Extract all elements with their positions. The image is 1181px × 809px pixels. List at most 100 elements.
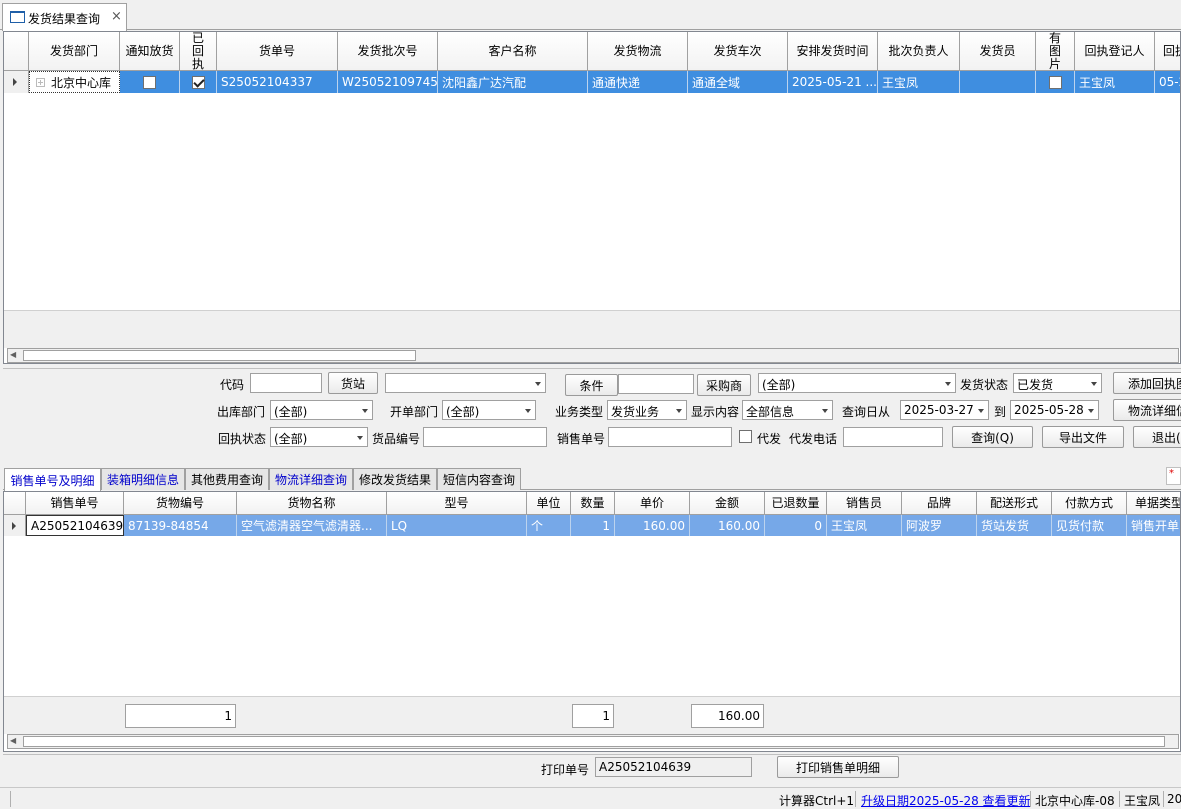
condition-input[interactable] [618,374,694,394]
col-goods-name[interactable]: 货物名称 [237,492,387,515]
tab-sale-detail[interactable]: 销售单号及明细 [4,468,101,491]
scroll-left-icon[interactable]: ◀ [10,350,16,359]
cell-price[interactable]: 160.00 [615,515,690,536]
col-delivery[interactable]: 配送形式 [977,492,1052,515]
cell-order-no[interactable]: S25052104337 [217,71,338,93]
col-logistics[interactable]: 发货物流 [588,32,688,71]
col-dept[interactable]: 发货部门 [29,32,120,71]
cell-salesman[interactable]: 王宝凤 [827,515,902,536]
document-icon[interactable]: * [1166,467,1181,485]
supplier-select[interactable]: (全部) [758,373,956,393]
col-batch-owner[interactable]: 批次负责人 [878,32,960,71]
tab-other-fees[interactable]: 其他费用查询 [185,468,269,490]
col-trip[interactable]: 发货车次 [688,32,788,71]
tab-logistics-detail[interactable]: 物流详细查询 [269,468,353,490]
agent-ship-checkbox[interactable] [739,430,752,443]
tab-packing-detail[interactable]: 装箱明细信息 [101,468,185,490]
out-dept-select[interactable]: (全部) [270,400,373,420]
horizontal-scrollbar[interactable]: ◀ [7,734,1179,749]
tab-modify-result[interactable]: 修改发货结果 [353,468,437,490]
col-sale-no[interactable]: 销售单号 [26,492,124,515]
has-pic-checkbox[interactable] [1048,75,1062,89]
cell-receipt-date[interactable]: 05-2 [1155,71,1180,93]
cell-shipper[interactable] [960,71,1036,93]
receipt-checkbox[interactable] [191,75,205,89]
receipt-status-select[interactable]: (全部) [270,427,368,447]
cell-amount[interactable]: 160.00 [690,515,765,536]
cell-batch-owner[interactable]: 王宝凤 [878,71,960,93]
col-salesman[interactable]: 销售员 [827,492,902,515]
col-time[interactable]: 安排发货时间 [788,32,878,71]
cell-delivery[interactable]: 货站发货 [977,515,1052,536]
cell-sale-no[interactable]: A25052104639 [26,515,124,536]
cell-dept[interactable]: 北京中心库 [29,71,120,93]
cell-qty[interactable]: 1 [571,515,615,536]
col-receipt-registrar[interactable]: 回执登记人 [1075,32,1155,71]
date-from-picker[interactable]: 2025-03-27 [900,400,989,420]
document-tab[interactable]: 发货结果查询 × [2,3,127,31]
close-tab-icon[interactable]: × [111,9,122,24]
add-receipt-image-button[interactable]: 添加回执图 [1113,372,1181,394]
station-select[interactable] [385,373,546,393]
horizontal-scrollbar[interactable]: ◀ [7,348,1179,363]
cell-customer[interactable]: 沈阳鑫广达汽配 [438,71,588,93]
col-doc-type[interactable]: 单据类型 [1127,492,1180,515]
upgrade-link[interactable]: 升级日期2025-05-28 查看更新 [861,792,1031,809]
cell-payment[interactable]: 见货付款 [1052,515,1127,536]
cell-trip[interactable]: 通通全域 [688,71,788,93]
col-customer[interactable]: 客户名称 [438,32,588,71]
cell-returned[interactable]: 0 [765,515,827,536]
cell-model[interactable]: LQ [387,515,527,536]
col-has-pic[interactable]: 有图片 [1036,32,1075,71]
col-unit[interactable]: 单位 [527,492,571,515]
print-sale-detail-button[interactable]: 打印销售单明细 [777,756,899,778]
cell-has-pic[interactable] [1036,71,1075,93]
col-shipper[interactable]: 发货员 [960,32,1036,71]
cell-goods-name[interactable]: 空气滤清器空气滤清器... [237,515,387,536]
col-returned[interactable]: 已退数量 [765,492,827,515]
cell-batch-no[interactable]: W25052109745 [338,71,438,93]
query-button[interactable]: 查询(Q) [952,426,1033,448]
ship-status-select[interactable]: 已发货 [1013,373,1102,393]
calculator-shortcut[interactable]: 计算器Ctrl+1 [779,792,854,809]
col-price[interactable]: 单价 [615,492,690,515]
goods-code-input[interactable] [423,427,547,447]
supplier-button[interactable]: 采购商 [697,374,751,396]
col-batch-no[interactable]: 发货批次号 [338,32,438,71]
cell-logistics[interactable]: 通通快递 [588,71,688,93]
exit-button[interactable]: 退出( [1133,426,1181,448]
notify-checkbox[interactable] [143,75,156,89]
col-brand[interactable]: 品牌 [902,492,977,515]
cell-brand[interactable]: 阿波罗 [902,515,977,536]
date-to-picker[interactable]: 2025-05-28 [1010,400,1099,420]
logistics-detail-button[interactable]: 物流详细信 [1113,399,1181,421]
table-row[interactable]: A25052104639 87139-84854 空气滤清器空气滤清器... L… [4,515,1180,536]
col-amount[interactable]: 金额 [690,492,765,515]
bill-dept-select[interactable]: (全部) [442,400,536,420]
display-select[interactable]: 全部信息 [742,400,833,420]
print-no-input[interactable]: A25052104639 [595,757,752,777]
col-payment[interactable]: 付款方式 [1052,492,1127,515]
cell-time[interactable]: 2025-05-21 ... [788,71,878,93]
cell-goods-code[interactable]: 87139-84854 [124,515,237,536]
scroll-thumb[interactable] [23,350,416,361]
scroll-thumb[interactable] [23,736,1165,747]
biz-type-select[interactable]: 发货业务 [607,400,687,420]
col-receipt[interactable]: 已回执 [180,32,217,71]
cell-receipt[interactable] [180,71,217,93]
agent-phone-input[interactable] [843,427,943,447]
cell-notify[interactable] [120,71,180,93]
col-qty[interactable]: 数量 [571,492,615,515]
tab-sms-content[interactable]: 短信内容查询 [437,468,521,490]
code-input[interactable] [250,373,322,393]
cell-unit[interactable]: 个 [527,515,571,536]
cell-receipt-registrar[interactable]: 王宝凤 [1075,71,1155,93]
col-order-no[interactable]: 货单号 [217,32,338,71]
scroll-left-icon[interactable]: ◀ [10,736,16,745]
expand-icon[interactable] [36,77,45,87]
table-row[interactable]: 北京中心库 S25052104337 W25052109745 沈阳鑫广达汽配 … [4,71,1180,93]
col-goods-code[interactable]: 货物编号 [124,492,237,515]
export-button[interactable]: 导出文件 [1042,426,1124,448]
condition-button[interactable]: 条件 [565,374,618,396]
cell-doc-type[interactable]: 销售开单 [1127,515,1180,536]
